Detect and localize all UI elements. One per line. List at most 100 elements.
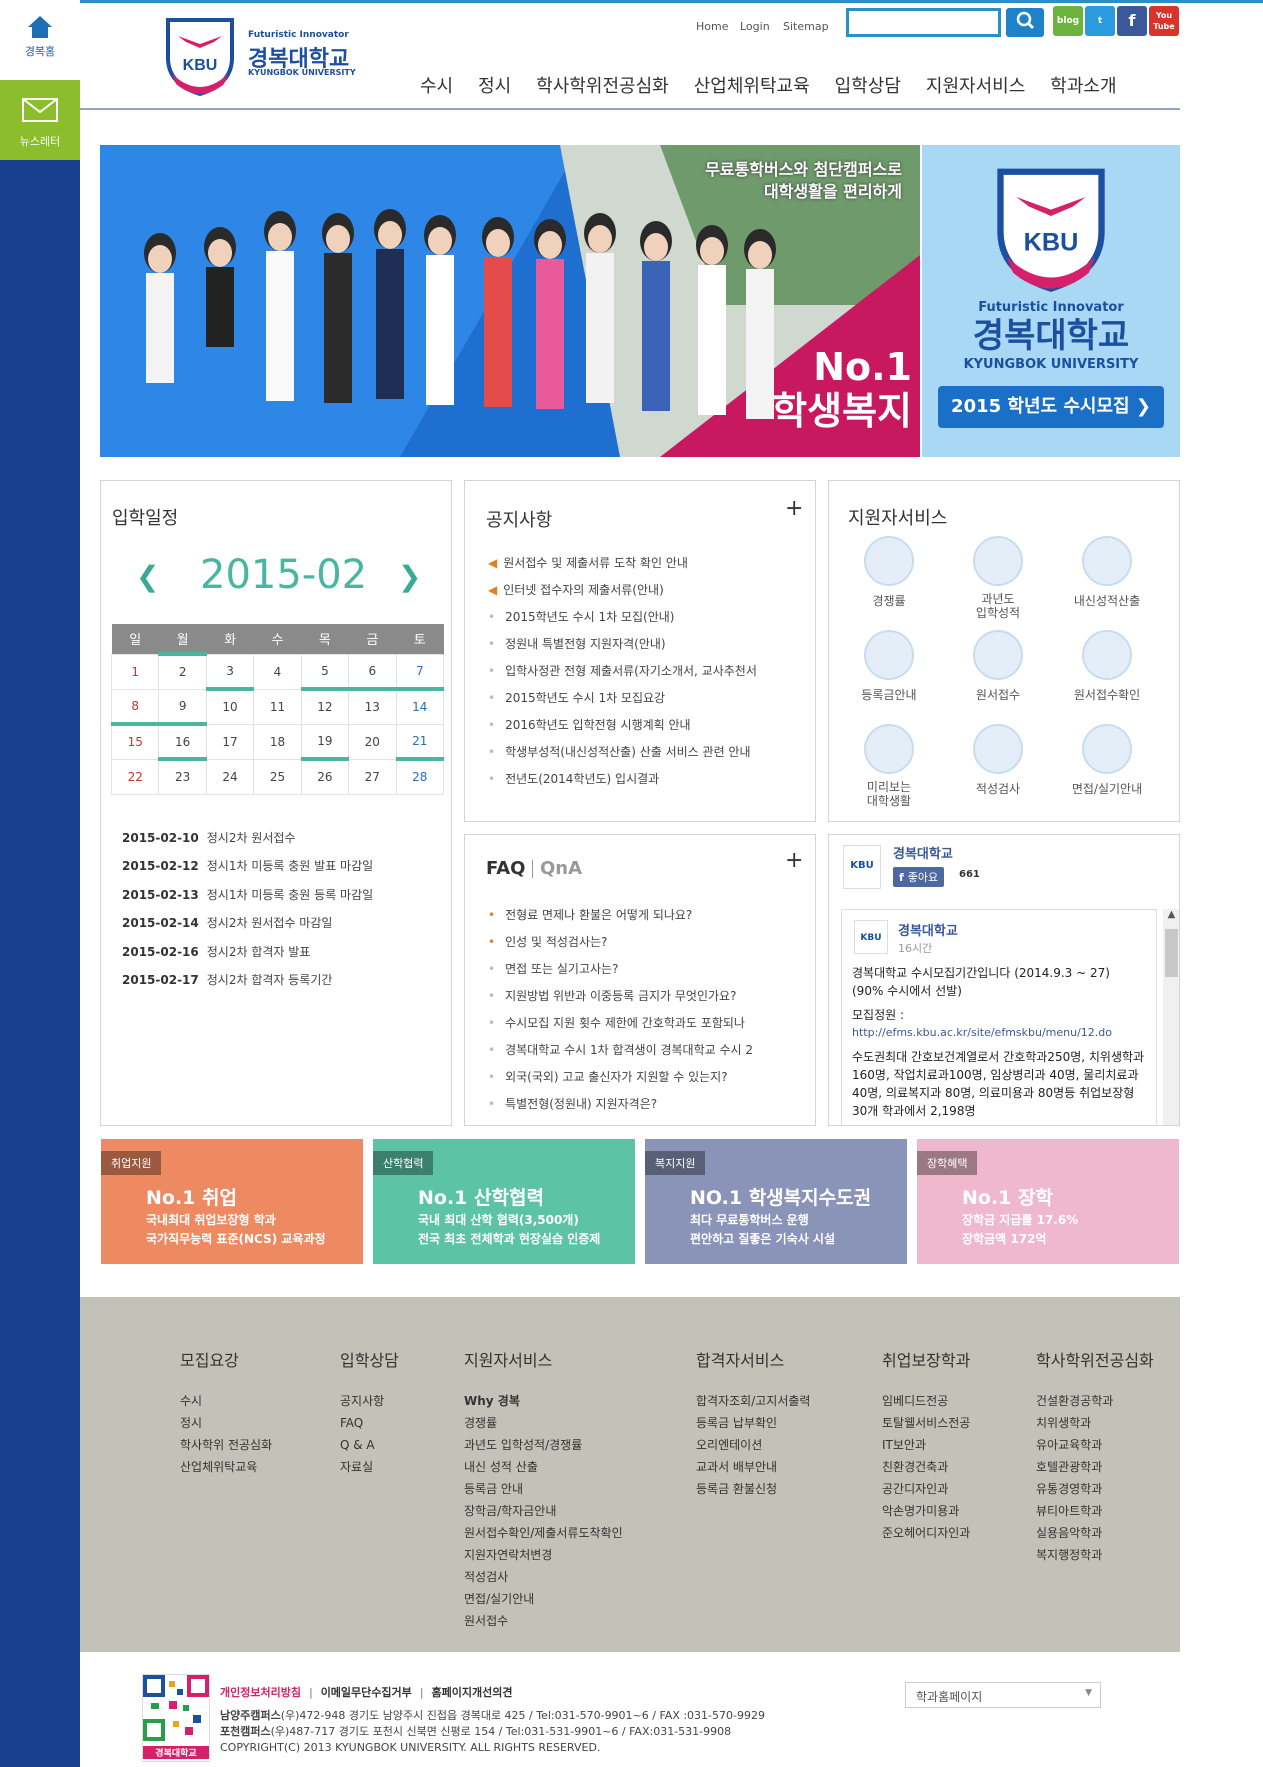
search-input[interactable] [846, 8, 1001, 37]
calendar-day[interactable]: 28 [395, 757, 445, 795]
footer-link[interactable]: 유통경영학과 [1036, 1478, 1154, 1500]
service-application-check[interactable]: 원서접수확인 [1062, 630, 1152, 703]
schedule-item[interactable]: 2015-02-13 정시1차 미등록 충원 등록 마감일 [122, 886, 373, 903]
susi-recruit-button[interactable]: 2015 학년도 수시모집 ❯ [938, 386, 1164, 428]
calendar-day[interactable]: 25 [253, 758, 302, 795]
calendar-day[interactable]: 26 [300, 757, 350, 795]
footer-link[interactable]: 등록금 환불신청 [696, 1478, 810, 1500]
list-item[interactable]: • 학생부성적(내신성적산출) 산출 서비스 관련 안내 [488, 739, 768, 766]
footer-link[interactable]: 내신 성적 산출 [464, 1456, 623, 1478]
fb-post-author[interactable]: 경복대학교 [898, 920, 958, 939]
footer-link[interactable]: 과년도 입학성적/경쟁률 [464, 1434, 623, 1456]
calendar-day[interactable]: 18 [253, 723, 302, 760]
top-link-login[interactable]: Login [740, 20, 770, 33]
promo-industry[interactable]: 산학협력 No.1 산학협력 국내 최대 산학 협력(3,500개) 전국 최초 … [373, 1139, 635, 1264]
next-month-icon[interactable]: ❯ [398, 560, 421, 593]
list-item[interactable]: • 외국(국외) 고교 출신자가 지원할 수 있는지? [488, 1064, 768, 1091]
footer-link[interactable]: 친환경건축과 [882, 1456, 970, 1478]
fb-page-name[interactable]: 경복대학교 [893, 843, 953, 862]
calendar-day[interactable]: 2 [158, 652, 207, 690]
footer-link[interactable]: 뷰티아트학과 [1036, 1500, 1154, 1522]
search-button[interactable] [1006, 8, 1044, 37]
calendar-day[interactable]: 6 [348, 653, 397, 690]
main-banner[interactable]: 무료통학버스와 첨단캠퍼스로 대학생활을 편리하게 No.1 학생복지 [100, 145, 920, 457]
calendar-day[interactable]: 24 [205, 758, 255, 795]
calendar-day[interactable]: 4 [253, 653, 302, 690]
footer-link[interactable]: 수시 [180, 1390, 272, 1412]
list-item[interactable]: • 2016학년도 입학전형 시행계획 안내 [488, 712, 768, 739]
promo-welfare[interactable]: 복지지원 NO.1 학생복지수도권 최다 무료통학버스 운행 편안하고 질좋은 기… [645, 1139, 907, 1264]
calendar-day[interactable]: 1 [110, 653, 160, 690]
footer-link[interactable]: Q & A [340, 1434, 399, 1456]
footer-link[interactable]: 원서접수확인/제출서류도착확인 [464, 1522, 623, 1544]
nav-bachelor-advanced[interactable]: 학사학위전공심화 [536, 72, 668, 98]
schedule-item[interactable]: 2015-02-10 정시2차 원서접수 [122, 829, 296, 846]
list-item[interactable]: • 특별전형(정원내) 지원자격은? [488, 1091, 768, 1118]
footer-col-title[interactable]: 모집요강 [180, 1350, 272, 1372]
list-item[interactable]: ◀ 원서접수 및 제출서류 도착 확인 안내 [488, 550, 768, 577]
nav-applicant-service[interactable]: 지원자서비스 [926, 72, 1025, 98]
calendar-day[interactable]: 17 [205, 723, 255, 760]
schedule-item[interactable]: 2015-02-17 정시2차 합격자 등록기간 [122, 971, 332, 988]
footer-link[interactable]: 등록금 납부확인 [696, 1412, 810, 1434]
footer-col-title[interactable]: 취업보장학과 [882, 1350, 970, 1372]
calendar-day[interactable]: 15 [110, 722, 160, 760]
calendar-day[interactable]: 10 [205, 687, 255, 725]
calendar-day[interactable]: 7 [395, 653, 445, 690]
footer-link[interactable]: 장학금/학자금안내 [464, 1500, 623, 1522]
top-link-sitemap[interactable]: Sitemap [783, 20, 829, 33]
calendar-day[interactable]: 13 [348, 687, 397, 725]
footer-link[interactable]: FAQ [340, 1412, 399, 1434]
faq-more-icon[interactable]: + [785, 848, 803, 873]
footer-link[interactable]: 토탈웰서비스전공 [882, 1412, 970, 1434]
footer-link[interactable]: 등록금 안내 [464, 1478, 623, 1500]
calendar-day[interactable]: 8 [110, 688, 160, 725]
calendar-day[interactable]: 9 [158, 688, 207, 725]
service-aptitude-test[interactable]: 적성검사 [953, 724, 1043, 797]
calendar-day[interactable]: 21 [395, 723, 445, 760]
list-item[interactable]: • 입학사정관 전형 제출서류(자기소개서, 교사추천서 [488, 658, 768, 685]
nav-admission-counsel[interactable]: 입학상담 [835, 72, 901, 98]
list-item[interactable]: • 2015학년도 수시 1차 모집(안내) [488, 604, 768, 631]
footer-link[interactable]: 적성검사 [464, 1566, 623, 1588]
fb-scrollbar[interactable]: ▲ [1163, 909, 1179, 1125]
footer-col-title[interactable]: 지원자서비스 [464, 1350, 623, 1372]
nav-department[interactable]: 학과소개 [1050, 72, 1116, 98]
site-logo[interactable]: KBU Futuristic Innovator 경복대학교 KYUNGBOK … [162, 14, 362, 98]
footer-link[interactable]: 면접/실기안내 [464, 1588, 623, 1610]
footer-link[interactable]: Why 경복 [464, 1390, 623, 1412]
list-item[interactable]: • 2015학년도 수시 1차 모집요강 [488, 685, 768, 712]
calendar-day[interactable]: 3 [205, 653, 255, 690]
footer-link[interactable]: 경쟁률 [464, 1412, 623, 1434]
email-policy-link[interactable]: 이메일무단수집거부 [321, 1686, 412, 1699]
calendar-day[interactable]: 22 [110, 758, 160, 795]
promo-employment[interactable]: 취업지원 No.1 취업 국내최대 취업보장형 학과 국가직무능력 표준(NCS)… [101, 1139, 363, 1264]
footer-link[interactable]: 건설환경공학과 [1036, 1390, 1154, 1412]
calendar-day[interactable]: 12 [300, 687, 350, 725]
footer-link[interactable]: 복지행정학과 [1036, 1544, 1154, 1566]
privacy-link[interactable]: 개인정보처리방침 [220, 1686, 301, 1699]
scroll-thumb[interactable] [1165, 929, 1178, 977]
service-interview[interactable]: 면접/실기안내 [1062, 724, 1152, 797]
footer-link[interactable]: 자료실 [340, 1456, 399, 1478]
calendar-day[interactable]: 5 [300, 653, 350, 690]
blog-icon[interactable]: blog [1053, 6, 1083, 36]
schedule-item[interactable]: 2015-02-14 정시2차 원서접수 마감일 [122, 914, 332, 931]
footer-col-title[interactable]: 학사학위전공심화 [1036, 1350, 1154, 1372]
footer-link[interactable]: 교과서 배부안내 [696, 1456, 810, 1478]
service-competition-rate[interactable]: 경쟁률 [844, 536, 934, 609]
service-tuition[interactable]: 등록금안내 [844, 630, 934, 703]
newsletter-link[interactable]: 뉴스레터 [0, 80, 80, 160]
nav-susi[interactable]: 수시 [420, 72, 453, 98]
footer-link[interactable]: 오리엔테이션 [696, 1434, 810, 1456]
footer-link[interactable]: 실용음악학과 [1036, 1522, 1154, 1544]
feedback-link[interactable]: 홈페이지개선의견 [432, 1686, 513, 1699]
facebook-icon[interactable]: f [1117, 6, 1147, 36]
footer-link[interactable]: 정시 [180, 1412, 272, 1434]
list-item[interactable]: • 정원내 특별전형 지원자격(안내) [488, 631, 768, 658]
nav-jungsi[interactable]: 정시 [478, 72, 511, 98]
top-link-home[interactable]: Home [696, 20, 728, 33]
promo-scholarship[interactable]: 장학혜택 No.1 장학 장학금 지급률 17.6% 장학금액 172억 [917, 1139, 1179, 1264]
footer-col-title[interactable]: 합격자서비스 [696, 1350, 810, 1372]
footer-link[interactable]: 호텔관광학과 [1036, 1456, 1154, 1478]
